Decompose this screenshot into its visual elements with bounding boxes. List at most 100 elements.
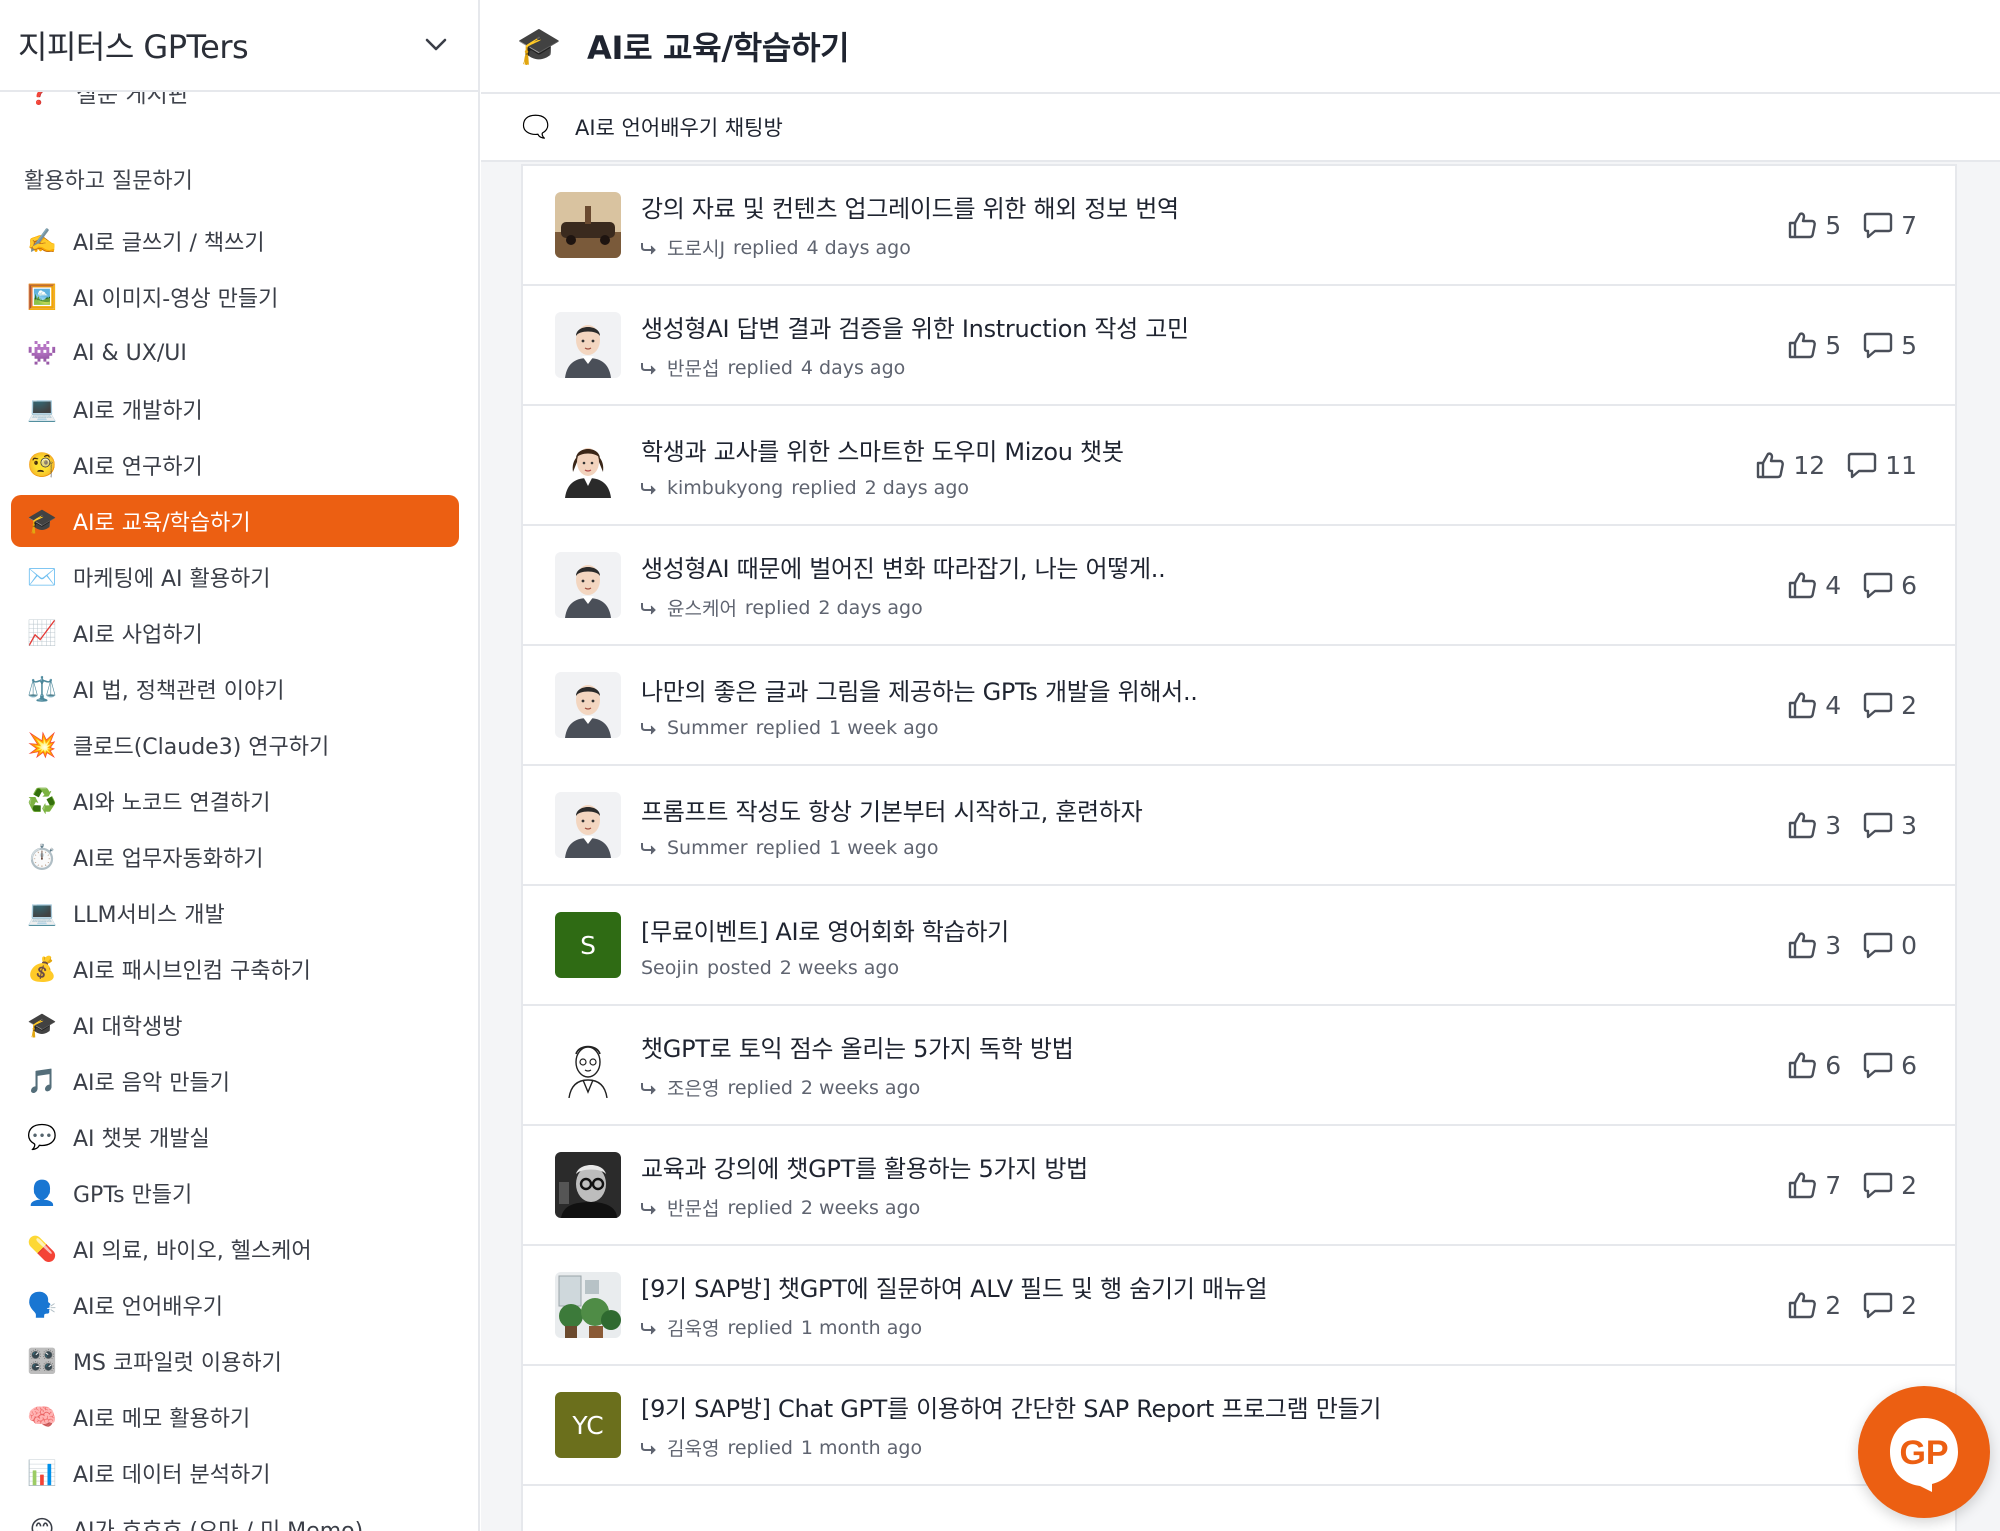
avatar[interactable] <box>555 792 621 858</box>
reply-arrow-icon <box>641 721 659 735</box>
avatar[interactable] <box>555 1152 621 1218</box>
sidebar-item[interactable]: 💥 클로드(Claude3) 연구하기 <box>11 719 459 771</box>
sidebar-item[interactable]: 🎵 AI로 음악 만들기 <box>11 1055 459 1107</box>
comment-button[interactable]: 3 <box>1863 811 1917 840</box>
picture-icon: 🖼️ <box>27 283 57 311</box>
avatar[interactable] <box>555 312 621 378</box>
post-title[interactable]: 생성형AI 때문에 벌어진 변화 따라잡기, 나는 어떻게.. <box>641 549 1166 584</box>
post-author[interactable]: 반문섭 <box>667 354 719 381</box>
post-author[interactable]: 김욱영 <box>667 1314 719 1341</box>
avatar[interactable] <box>555 552 621 618</box>
sidebar-item[interactable]: 👾 AI & UX/UI <box>11 327 459 379</box>
sidebar-item[interactable]: 💬 AI 챗봇 개발실 <box>11 1111 459 1163</box>
post-row[interactable]: 생성형AI 때문에 벌어진 변화 따라잡기, 나는 어떻게.. 윤스케어 repli… <box>523 526 1955 646</box>
post-time: 4 days ago <box>806 236 911 259</box>
avatar[interactable] <box>555 1272 621 1338</box>
avatar[interactable] <box>555 432 621 498</box>
comment-button[interactable]: 7 <box>1863 211 1917 240</box>
comment-button[interactable]: 5 <box>1863 331 1917 360</box>
avatar[interactable]: YC <box>555 1392 621 1458</box>
like-button[interactable]: 2 <box>1787 1291 1841 1320</box>
laptop-icon: 💻 <box>27 899 57 927</box>
comment-count: 2 <box>1901 1290 1917 1320</box>
sidebar-item[interactable]: 😊 AI가 호호호 (오마 / 미 Memo) <box>11 1503 459 1531</box>
sidebar-item[interactable]: 📊 AI로 데이터 분석하기 <box>11 1447 459 1499</box>
post-row[interactable]: 나만의 좋은 글과 그림을 제공하는 GPTs 개발을 위해서.. Summer r… <box>523 646 1955 766</box>
post-title[interactable]: 생성형AI 답변 결과 검증을 위한 Instruction 작성 고민 <box>641 309 1189 344</box>
like-button[interactable]: 4 <box>1787 571 1841 600</box>
sidebar-item[interactable]: ♻️ AI와 노코드 연결하기 <box>11 775 459 827</box>
post-author[interactable]: 윤스케어 <box>667 594 737 621</box>
sidebar-item[interactable]: ✍️ AI로 글쓰기 / 책쓰기 <box>11 215 459 267</box>
post-title[interactable]: [9기 SAP방] 챗GPT에 질문하여 ALV 필드 및 행 숨기기 매뉴얼 <box>641 1269 1268 1304</box>
post-row[interactable]: 챗GPT로 토익 점수 올리는 5가지 독학 방법 조은영 replied 2 wee… <box>523 1006 1955 1126</box>
sidebar-item[interactable]: ⏱️ AI로 업무자동화하기 <box>11 831 459 883</box>
gpters-logo-button[interactable]: GP <box>1858 1386 1990 1518</box>
sidebar-item[interactable]: ⚖️ AI 법, 정책관련 이야기 <box>11 663 459 715</box>
post-author[interactable]: Seojin <box>641 957 699 979</box>
like-button[interactable]: 3 <box>1787 811 1841 840</box>
post-row[interactable]: 교육과 강의에 챗GPT를 활용하는 5가지 방법 반문섭 replied 2 wee… <box>523 1126 1955 1246</box>
chevron-down-icon[interactable] <box>418 27 454 63</box>
avatar[interactable] <box>555 672 621 738</box>
post-time: 1 week ago <box>829 716 939 739</box>
sidebar-item[interactable]: 💊 AI 의료, 바이오, 헬스케어 <box>11 1223 459 1275</box>
post-row[interactable]: S [무료이벤트] AI로 영어회화 학습하기 Seojin posted 2 week… <box>523 886 1955 1006</box>
like-button[interactable]: 5 <box>1787 211 1841 240</box>
sidebar-item[interactable]: 💻 AI로 개발하기 <box>11 383 459 435</box>
comment-button[interactable]: 6 <box>1863 1051 1917 1080</box>
post-stats: 46 <box>1787 526 1917 644</box>
sidebar-item[interactable]: 👤 GPTs 만들기 <box>11 1167 459 1219</box>
sidebar-item[interactable]: ✉️ 마케팅에 AI 활용하기 <box>11 551 459 603</box>
post-title[interactable]: 교육과 강의에 챗GPT를 활용하는 5가지 방법 <box>641 1149 1088 1184</box>
post-row[interactable]: 생성형AI 답변 결과 검증을 위한 Instruction 작성 고민 반문섭 r… <box>523 286 1955 406</box>
comment-button[interactable]: 2 <box>1863 691 1917 720</box>
post-title[interactable]: 강의 자료 및 컨텐츠 업그레이드를 위한 해외 정보 번역 <box>641 189 1179 224</box>
like-button[interactable]: 3 <box>1787 931 1841 960</box>
comment-button[interactable]: 2 <box>1863 1171 1917 1200</box>
sidebar-item[interactable]: 📈 AI로 사업하기 <box>11 607 459 659</box>
post-row[interactable]: 학생과 교사를 위한 스마트한 도우미 Mizou 챗봇 kimbukyong re… <box>523 406 1955 526</box>
like-button[interactable]: 7 <box>1787 1171 1841 1200</box>
post-title[interactable]: 학생과 교사를 위한 스마트한 도우미 Mizou 챗봇 <box>641 432 1124 467</box>
like-button[interactable]: 5 <box>1787 331 1841 360</box>
post-author[interactable]: Summer <box>667 717 748 739</box>
post-row[interactable]: [9기 SAP방] 챗GPT에 질문하여 ALV 필드 및 행 숨기기 매뉴얼김… <box>523 1246 1955 1366</box>
sidebar-item[interactable]: 🎛️ MS 코파일럿 이용하기 <box>11 1335 459 1387</box>
sidebar-item[interactable]: 🖼️ AI 이미지-영상 만들기 <box>11 271 459 323</box>
comment-button[interactable]: 2 <box>1863 1291 1917 1320</box>
comment-button[interactable]: 6 <box>1863 571 1917 600</box>
post-author[interactable]: 도로시J <box>667 234 725 261</box>
post-title[interactable]: 프롬프트 작성도 항상 기본부터 시작하고, 훈련하자 <box>641 792 1143 827</box>
post-title[interactable]: [9기 SAP방] Chat GPT를 이용하여 간단한 SAP Report … <box>641 1389 1381 1424</box>
comment-button[interactable]: 11 <box>1847 451 1917 480</box>
post-author[interactable]: 조은영 <box>667 1074 719 1101</box>
like-button[interactable]: 6 <box>1787 1051 1841 1080</box>
post-author[interactable]: 김욱영 <box>667 1434 719 1461</box>
post-title[interactable]: [무료이벤트] AI로 영어회화 학습하기 <box>641 912 1009 947</box>
post-author[interactable]: Summer <box>667 837 748 859</box>
sidebar-item[interactable]: 🧐 AI로 연구하기 <box>11 439 459 491</box>
sidebar-item[interactable]: 💻 LLM서비스 개발 <box>11 887 459 939</box>
post-row[interactable]: 강의 자료 및 컨텐츠 업그레이드를 위한 해외 정보 번역 도로시J replie… <box>523 166 1955 286</box>
sidebar-item[interactable]: 🎓 AI로 교육/학습하기 <box>11 495 459 547</box>
sidebar-item[interactable]: 💰 AI로 패시브인컴 구축하기 <box>11 943 459 995</box>
post-title[interactable]: 나만의 좋은 글과 그림을 제공하는 GPTs 개발을 위해서.. <box>641 672 1198 707</box>
sidebar-item[interactable]: 🗣️ AI로 언어배우기 <box>11 1279 459 1331</box>
post-author[interactable]: 반문섭 <box>667 1194 719 1221</box>
avatar[interactable]: S <box>555 912 621 978</box>
sidebar-item[interactable]: 🧠 AI로 메모 활용하기 <box>11 1391 459 1443</box>
post-row[interactable]: YC [9기 SAP방] Chat GPT를 이용하여 간단한 SAP Repor… <box>523 1366 1955 1486</box>
avatar[interactable] <box>555 1032 621 1098</box>
post-author[interactable]: kimbukyong <box>667 477 783 499</box>
workspace-switcher[interactable]: 지피터스 GPTers <box>0 0 478 92</box>
like-button[interactable]: 12 <box>1755 451 1825 480</box>
post-row[interactable]: 프롬프트 작성도 항상 기본부터 시작하고, 훈련하자 Summer replied… <box>523 766 1955 886</box>
like-button[interactable]: 4 <box>1787 691 1841 720</box>
post-title[interactable]: 챗GPT로 토익 점수 올리는 5가지 독학 방법 <box>641 1029 1074 1064</box>
avatar[interactable] <box>555 192 621 258</box>
laptop-icon: 💻 <box>27 395 57 423</box>
sidebar-item[interactable]: 🎓 AI 대학생방 <box>11 999 459 1051</box>
channel-link[interactable]: 🗨️ AI로 언어배우기 채팅방 <box>481 94 2000 162</box>
comment-button[interactable]: 0 <box>1863 931 1917 960</box>
